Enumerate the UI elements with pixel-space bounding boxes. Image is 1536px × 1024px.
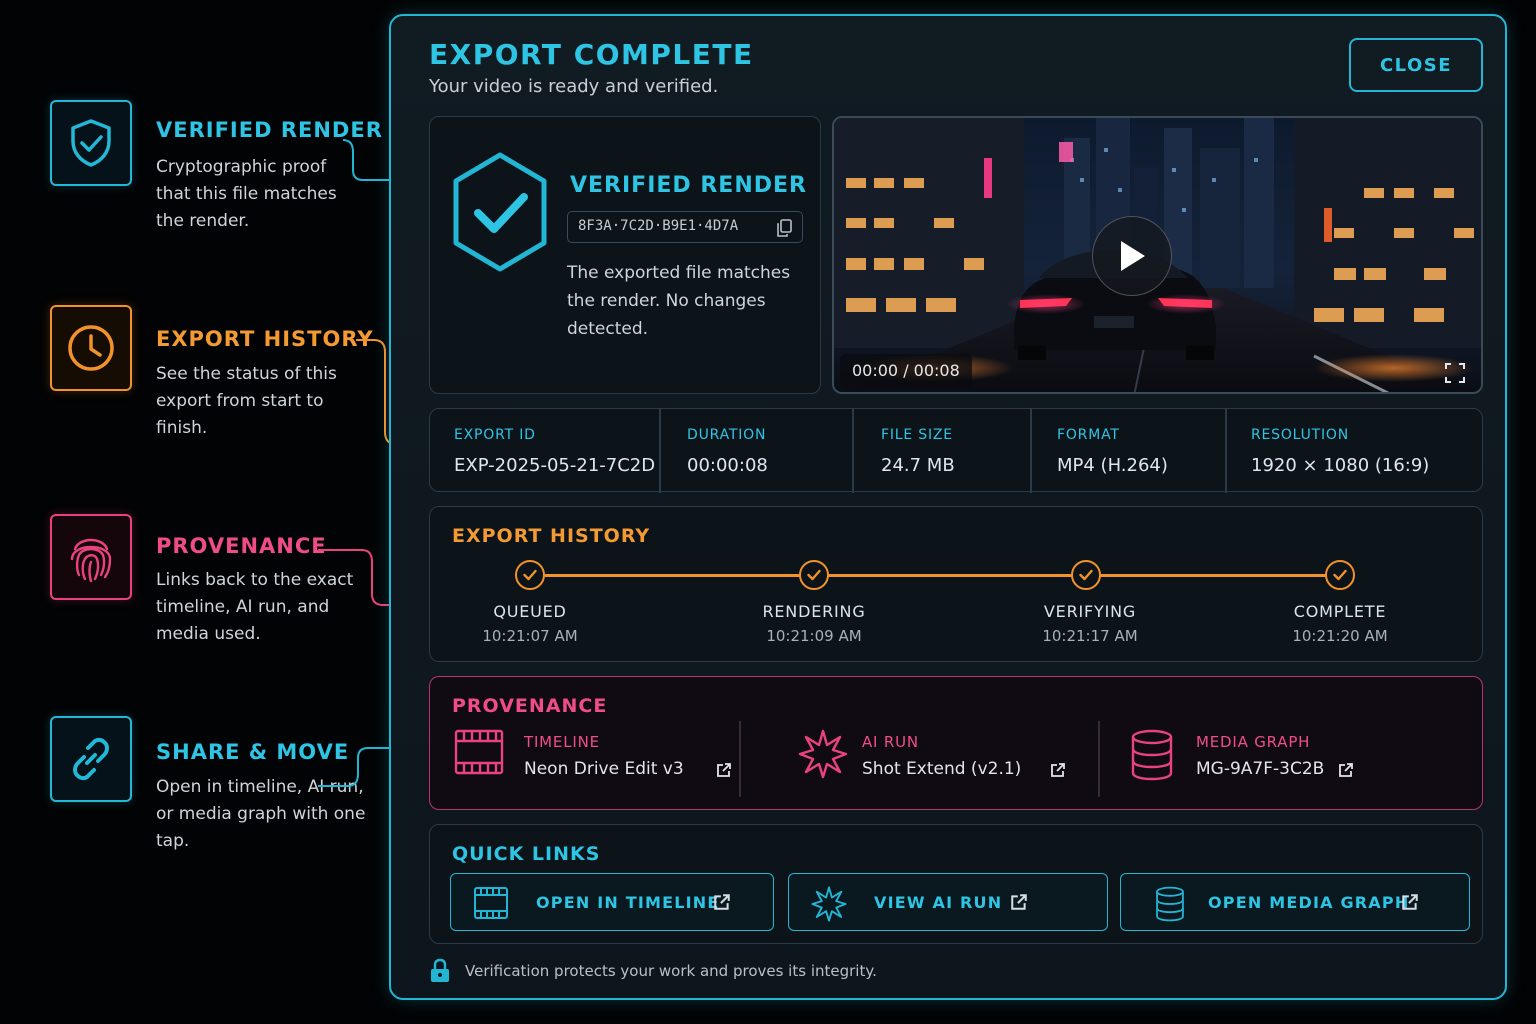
- shield-check-icon: [50, 100, 132, 186]
- stat-divider: [852, 409, 854, 493]
- lock-icon: [431, 958, 449, 982]
- dialog-title: EXPORT COMPLETE: [429, 38, 754, 71]
- fingerprint-icon: [50, 514, 132, 600]
- stat-key: DURATION: [687, 427, 767, 443]
- stat-value: 00:00:08: [687, 455, 768, 476]
- sparkle-burst-icon: [811, 886, 847, 922]
- stat-key: FORMAT: [1057, 427, 1120, 443]
- annotation-body: Cryptographic proof that this file match…: [156, 157, 337, 231]
- verified-title: VERIFIED RENDER: [570, 173, 807, 198]
- annotation-body: Open in timeline, AI run, or media graph…: [156, 777, 366, 851]
- external-link-icon[interactable]: [1338, 762, 1354, 778]
- database-icon: [1156, 886, 1184, 922]
- stat-divider: [659, 409, 661, 493]
- provenance-card: PROVENANCE TIMELINE Neon Drive Edit v3 A…: [429, 676, 1483, 810]
- play-icon: [1121, 241, 1145, 271]
- step-complete-check-icon: [1071, 560, 1101, 590]
- dialog-subtitle: Your video is ready and verified.: [429, 76, 719, 97]
- stat-divider: [1030, 409, 1032, 493]
- button-label: OPEN MEDIA GRAPH: [1208, 893, 1410, 912]
- provenance-key: AI RUN: [862, 733, 919, 751]
- annotation-title: SHARE & MOVE: [156, 740, 350, 764]
- open-in-timeline-button[interactable]: OPEN IN TIMELINE: [450, 873, 774, 931]
- play-button[interactable]: [1092, 216, 1172, 296]
- external-link-icon[interactable]: [716, 762, 732, 778]
- step-time: 10:21:17 AM: [1042, 627, 1138, 645]
- video-preview[interactable]: 00:00 / 00:08: [832, 116, 1483, 394]
- film-strip-icon: [474, 887, 508, 919]
- provenance-divider: [739, 721, 741, 797]
- button-label: OPEN IN TIMELINE: [536, 893, 720, 912]
- close-button[interactable]: CLOSE: [1349, 38, 1483, 92]
- quick-links-card: QUICK LINKS OPEN IN TIMELINE VIEW AI RUN…: [429, 824, 1483, 944]
- copy-icon[interactable]: [776, 219, 792, 237]
- fullscreen-icon[interactable]: [1444, 362, 1466, 384]
- step-time: 10:21:09 AM: [766, 627, 862, 645]
- annotation-title: VERIFIED RENDER: [156, 118, 383, 142]
- verified-description: The exported file matches the render. No…: [567, 263, 791, 339]
- stat-key: FILE SIZE: [881, 427, 953, 443]
- provenance-key: TIMELINE: [524, 733, 600, 751]
- verification-hash[interactable]: 8F3A·7C2D·B9E1·4D7A: [567, 211, 803, 243]
- stat-value: 24.7 MB: [881, 455, 955, 476]
- provenance-media-graph-link[interactable]: MEDIA GRAPH MG-9A7F-3C2B: [1130, 729, 1420, 793]
- verified-render-card: VERIFIED RENDER 8F3A·7C2D·B9E1·4D7A The …: [429, 116, 821, 394]
- history-progress-line: [545, 574, 1341, 577]
- link-icon: [50, 716, 132, 802]
- export-complete-dialog: EXPORT COMPLETE Your video is ready and …: [389, 14, 1507, 1000]
- step-time: 10:21:20 AM: [1292, 627, 1388, 645]
- stat-value: 1920 × 1080 (16:9): [1251, 455, 1430, 476]
- annotation-body: See the status of this export from start…: [156, 364, 337, 438]
- step-complete-check-icon: [515, 560, 545, 590]
- footer-text: Verification protects your work and prov…: [465, 962, 877, 980]
- annotation-title: PROVENANCE: [156, 534, 327, 558]
- database-icon: [1131, 729, 1173, 781]
- external-link-icon: [1011, 894, 1027, 910]
- step-complete-check-icon: [1325, 560, 1355, 590]
- stat-key: EXPORT ID: [454, 427, 536, 443]
- step-label: VERIFYING: [1043, 602, 1137, 621]
- history-title: EXPORT HISTORY: [452, 525, 651, 547]
- step-label: COMPLETE: [1293, 602, 1387, 621]
- verified-hexagon-icon: [453, 152, 547, 272]
- provenance-timeline-link[interactable]: TIMELINE Neon Drive Edit v3: [454, 729, 744, 793]
- video-timecode: 00:00 / 00:08: [840, 354, 972, 388]
- hash-value: 8F3A·7C2D·B9E1·4D7A: [578, 218, 739, 234]
- provenance-value: MG-9A7F-3C2B: [1196, 759, 1325, 779]
- export-history-card: EXPORT HISTORY QUEUED 10:21:07 AM RENDER…: [429, 506, 1483, 662]
- stat-value: EXP-2025-05-21-7C2D: [454, 455, 656, 476]
- provenance-value: Neon Drive Edit v3: [524, 759, 684, 779]
- provenance-title: PROVENANCE: [452, 695, 608, 717]
- export-metadata-row: EXPORT ID EXP-2025-05-21-7C2D DURATION 0…: [429, 408, 1483, 493]
- film-strip-icon: [454, 729, 504, 775]
- provenance-value: Shot Extend (v2.1): [862, 759, 1022, 779]
- step-label: QUEUED: [493, 602, 567, 621]
- clock-icon: [50, 305, 132, 391]
- annotation-body: Links back to the exact timeline, AI run…: [156, 570, 354, 644]
- open-media-graph-button[interactable]: OPEN MEDIA GRAPH: [1120, 873, 1470, 931]
- annotation-title: EXPORT HISTORY: [156, 327, 374, 351]
- step-complete-check-icon: [799, 560, 829, 590]
- stat-divider: [1225, 409, 1227, 493]
- button-label: VIEW AI RUN: [874, 893, 1003, 912]
- stat-value: MP4 (H.264): [1057, 455, 1168, 476]
- external-link-icon[interactable]: [1050, 762, 1066, 778]
- provenance-divider: [1098, 721, 1100, 797]
- external-link-icon: [714, 894, 730, 910]
- provenance-key: MEDIA GRAPH: [1196, 733, 1311, 751]
- quick-links-title: QUICK LINKS: [452, 843, 601, 865]
- step-time: 10:21:07 AM: [482, 627, 578, 645]
- stat-key: RESOLUTION: [1251, 427, 1350, 443]
- step-label: RENDERING: [762, 602, 866, 621]
- external-link-icon: [1402, 894, 1418, 910]
- provenance-ai-run-link[interactable]: AI RUN Shot Extend (v2.1): [798, 729, 1088, 793]
- sparkle-burst-icon: [798, 729, 848, 779]
- view-ai-run-button[interactable]: VIEW AI RUN: [788, 873, 1108, 931]
